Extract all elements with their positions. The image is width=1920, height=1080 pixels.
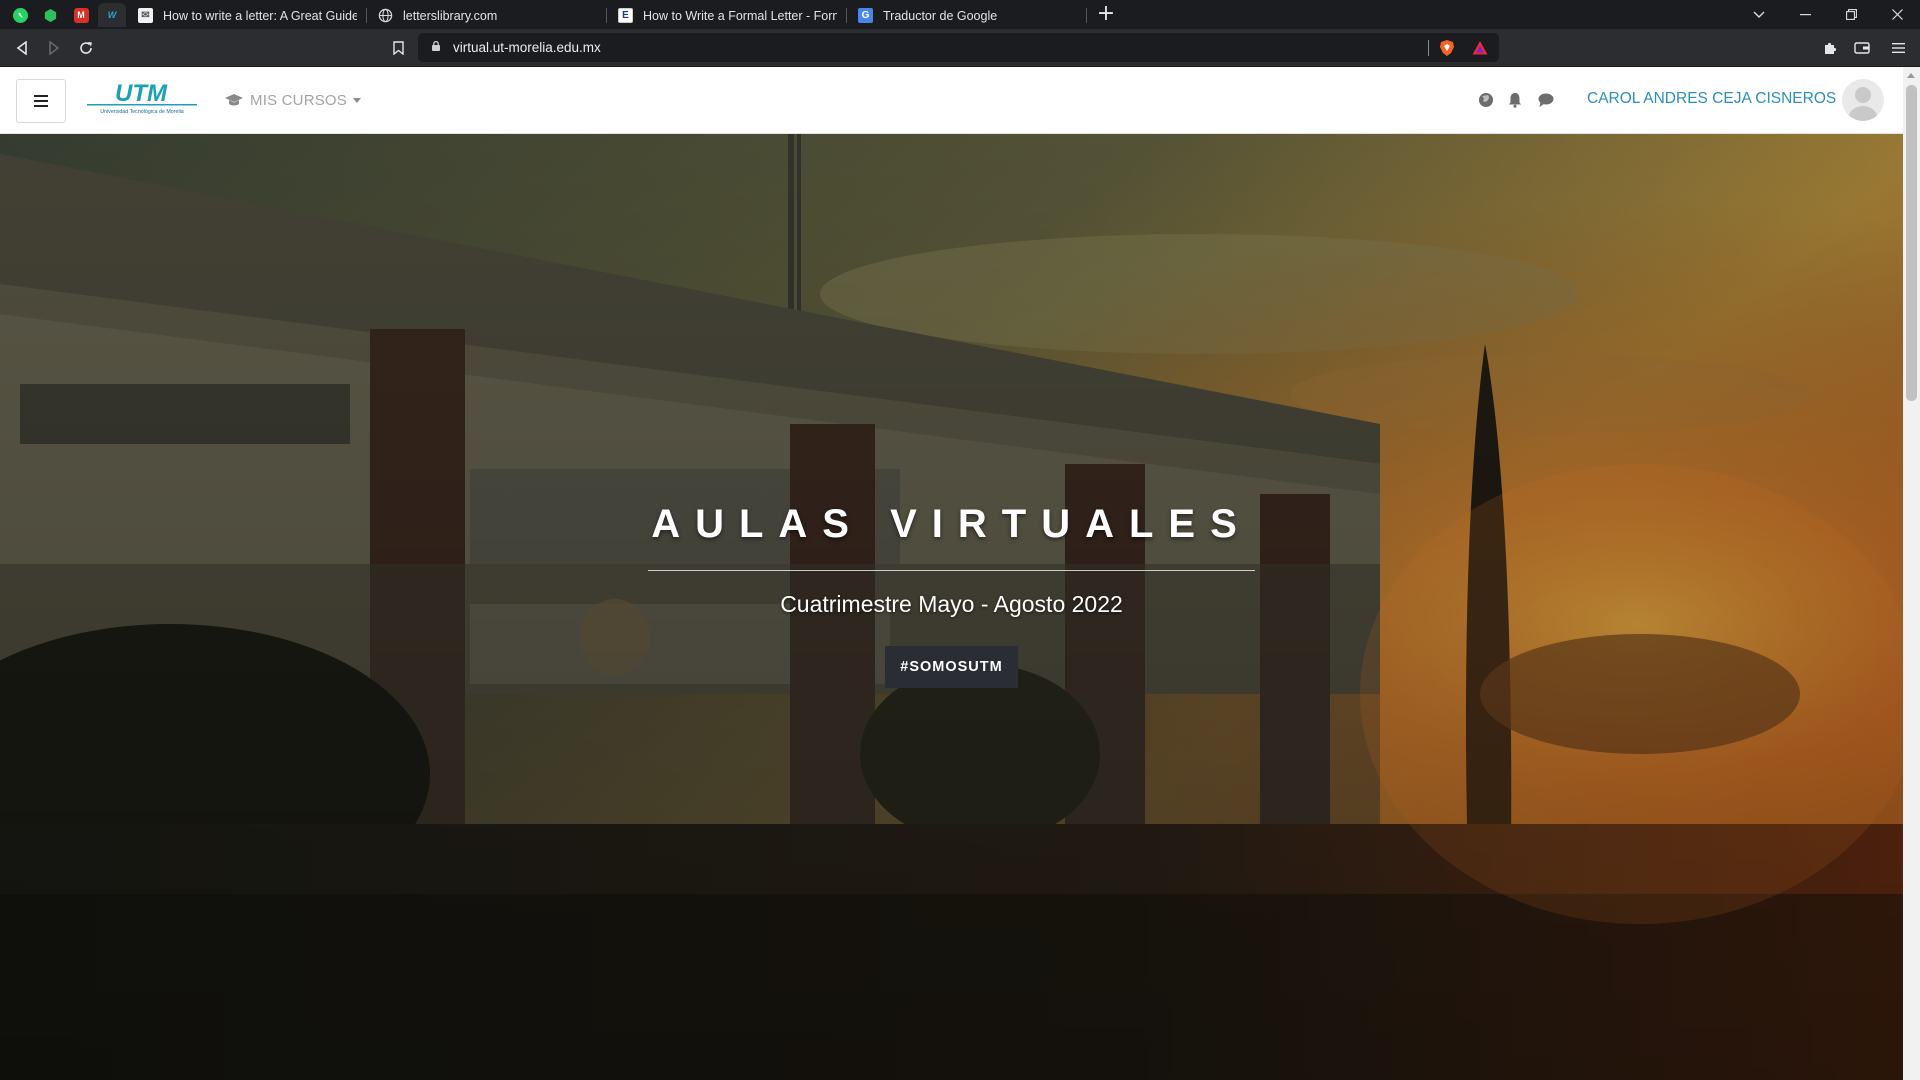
letter-guide-favicon: ✉	[138, 8, 153, 23]
hero-banner: AULAS VIRTUALES Cuatrimestre Mayo - Agos…	[0, 134, 1903, 1080]
google-translate-favicon: G	[858, 8, 873, 23]
pinned-tab-extension[interactable]	[36, 3, 64, 27]
tab-separator	[846, 8, 847, 23]
page-scrollbar[interactable]	[1903, 67, 1920, 1080]
tab-google-translate[interactable]: G Traductor de Google	[850, 2, 1085, 29]
reload-icon	[80, 42, 92, 54]
tab-title: Traductor de Google	[883, 8, 998, 23]
svg-text:UTM: UTM	[115, 80, 168, 107]
hexagon-extension-icon	[44, 8, 56, 22]
url-text: virtual.ut-morelia.edu.mx	[453, 40, 601, 55]
scroll-up-arrow-icon[interactable]	[1907, 73, 1915, 78]
tab-title: How to Write a Formal Letter - Format	[643, 8, 837, 23]
bell-icon[interactable]	[1506, 91, 1524, 109]
url-divider	[1428, 40, 1429, 56]
tab-separator	[1086, 8, 1087, 23]
document-favicon: E	[618, 8, 633, 23]
hero-divider	[648, 570, 1255, 571]
menu-lines-icon	[1891, 43, 1905, 53]
browser-menu-button[interactable]	[1884, 34, 1912, 62]
forward-icon	[49, 41, 60, 55]
brave-rewards-icon[interactable]	[1471, 39, 1489, 57]
pinned-tab-whatsapp[interactable]	[6, 3, 34, 27]
hamburger-line	[34, 105, 48, 107]
hero-subtitle: Cuatrimestre Mayo - Agosto 2022	[780, 591, 1123, 617]
brave-shields-icon[interactable]	[1438, 39, 1456, 57]
tab-separator	[606, 8, 607, 23]
wallet-icon	[1854, 42, 1870, 54]
chat-bubble-icon[interactable]	[1537, 91, 1555, 109]
tab-formal-letter[interactable]: E How to Write a Formal Letter - Format	[610, 2, 845, 29]
bookmark-button[interactable]	[384, 34, 412, 62]
bookmark-icon	[392, 41, 404, 55]
user-menu-name[interactable]: CAROL ANDRES CEJA CISNEROS	[1587, 90, 1836, 108]
avatar[interactable]	[1842, 79, 1884, 121]
default-user-icon	[1849, 87, 1877, 121]
tab-strip: M W ✉ How to write a letter: A Great Gui…	[0, 0, 1920, 29]
minimize-icon	[1799, 13, 1811, 15]
close-window-button[interactable]	[1874, 0, 1920, 29]
address-bar[interactable]: virtual.ut-morelia.edu.mx	[418, 33, 1499, 62]
mis-cursos-label: MIS CURSOS	[250, 91, 348, 109]
graduation-cap-icon	[225, 94, 243, 106]
tab-title: How to write a letter: A Great Guide fo	[163, 8, 357, 23]
wallet-button[interactable]	[1848, 34, 1876, 62]
utm-logo[interactable]: UTM Universidad Tecnológica de Morelia	[85, 79, 200, 119]
pinned-tab-gmail[interactable]: M	[67, 3, 95, 27]
drawer-toggle-button[interactable]	[16, 79, 66, 123]
minimize-button[interactable]	[1782, 0, 1828, 29]
gmail-icon: M	[73, 7, 89, 23]
browser-toolbar: virtual.ut-morelia.edu.mx	[0, 29, 1920, 67]
back-button[interactable]	[8, 34, 36, 62]
restore-icon	[1845, 9, 1857, 20]
tab-letterslibrary[interactable]: letterslibrary.com	[370, 2, 605, 29]
somosutm-button[interactable]: #SOMOSUTM	[885, 646, 1018, 688]
pinned-tab-utm[interactable]: W	[98, 3, 126, 27]
site-navbar: UTM Universidad Tecnológica de Morelia M…	[0, 67, 1903, 134]
utm-site-icon: W	[107, 10, 117, 20]
mis-cursos-menu[interactable]: MIS CURSOS	[224, 88, 362, 112]
back-icon	[16, 41, 27, 55]
reload-button[interactable]	[72, 34, 100, 62]
tab-letter-guide[interactable]: ✉ How to write a letter: A Great Guide f…	[130, 2, 365, 29]
close-icon	[1891, 9, 1903, 20]
hamburger-line	[34, 95, 48, 97]
hero-title: AULAS VIRTUALES	[651, 502, 1252, 546]
tab-search-chevron-icon[interactable]	[1736, 0, 1782, 29]
lock-icon	[432, 41, 440, 51]
puzzle-icon	[1824, 42, 1836, 54]
hamburger-line	[34, 100, 48, 102]
scrollbar-thumb[interactable]	[1906, 85, 1917, 401]
svg-text:Universidad Tecnológica de Mor: Universidad Tecnológica de Morelia	[100, 109, 184, 115]
tab-title: letterslibrary.com	[403, 8, 498, 23]
language-globe-icon[interactable]	[1477, 91, 1495, 109]
new-tab-button[interactable]: +	[1093, 3, 1119, 27]
tab-separator	[366, 8, 367, 23]
page-content: UTM Universidad Tecnológica de Morelia M…	[0, 67, 1903, 1080]
chevron-down-icon	[353, 97, 362, 103]
restore-button[interactable]	[1828, 0, 1874, 29]
forward-button[interactable]	[40, 34, 68, 62]
whatsapp-icon	[12, 7, 28, 23]
extensions-button[interactable]	[1816, 34, 1844, 62]
globe-icon	[378, 8, 393, 23]
